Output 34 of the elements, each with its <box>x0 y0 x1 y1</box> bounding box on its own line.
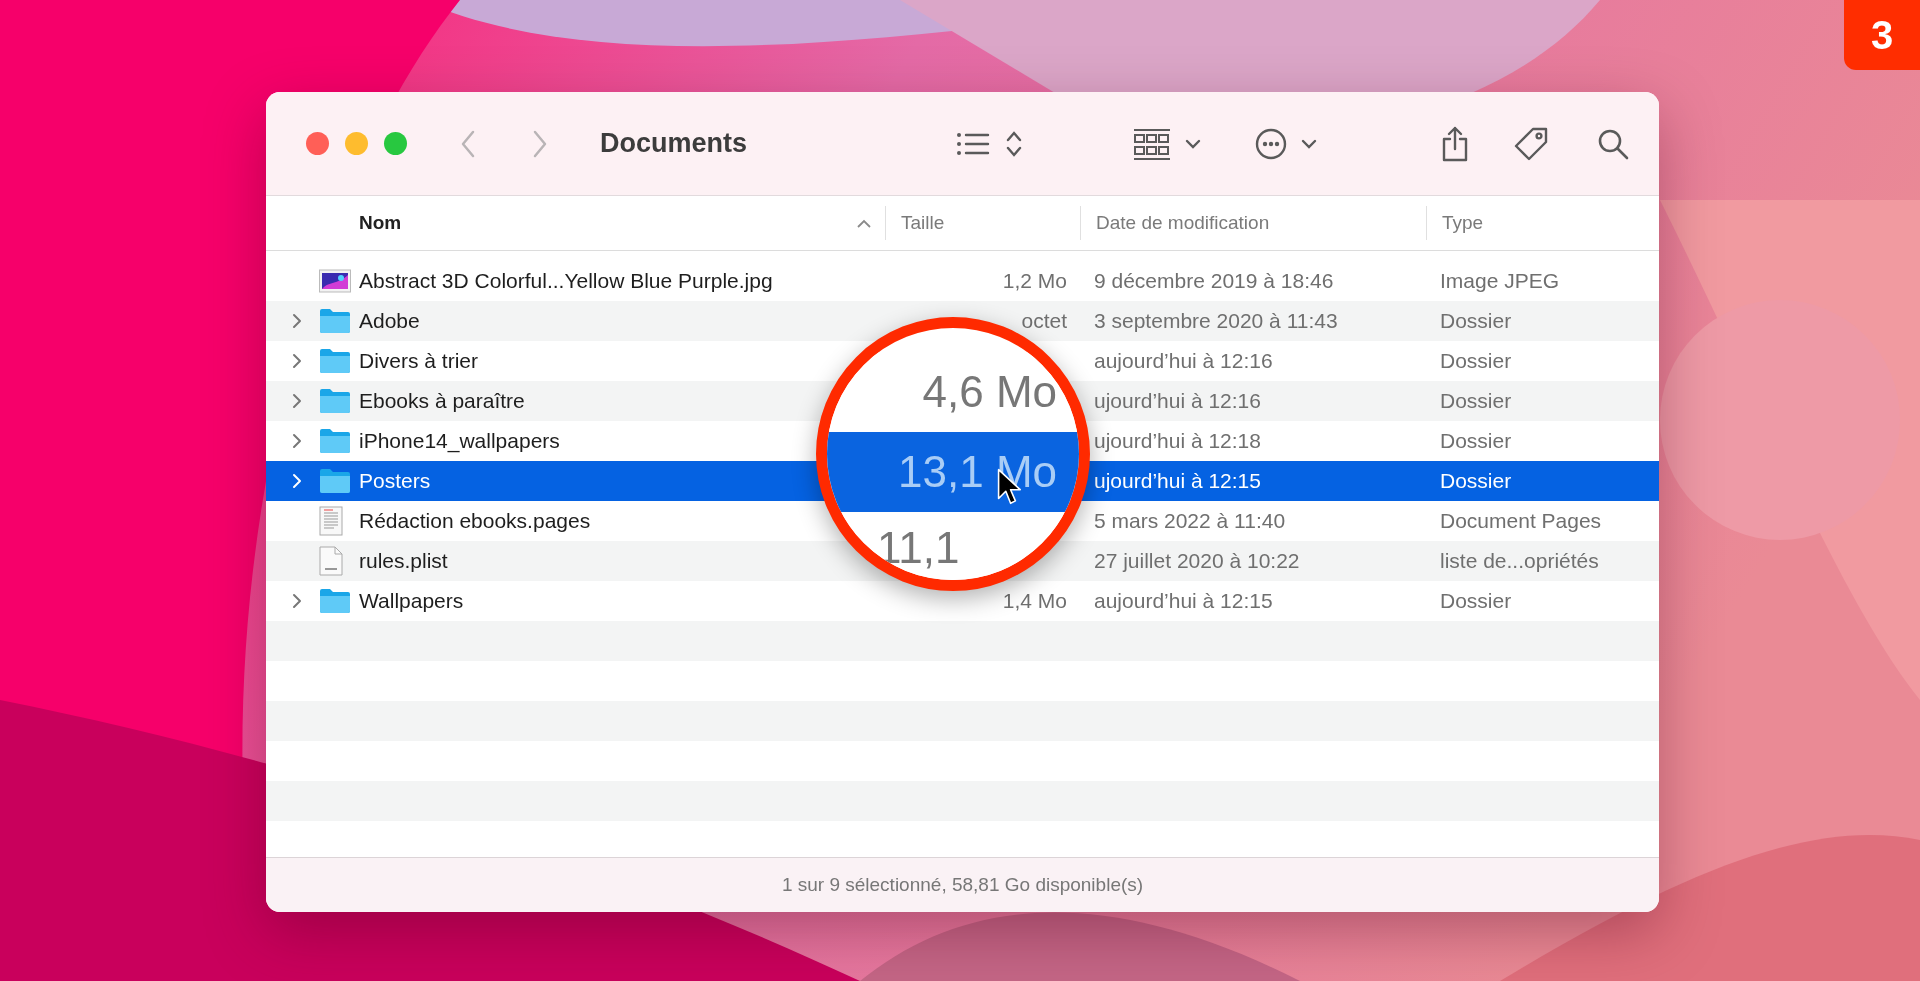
file-type: Dossier <box>1440 469 1512 492</box>
file-type: Document Pages <box>1440 509 1602 532</box>
file-type: Image JPEG <box>1440 269 1560 292</box>
modified-date: ujourd’hui à 12:15 <box>1094 469 1261 492</box>
file-name: Rédaction ebooks.pages <box>359 509 592 533</box>
file-type: Dossier <box>1440 429 1512 452</box>
modified-date: 9 décembre 2019 à 18:46 <box>1094 269 1334 292</box>
file-type: liste de...opriétés <box>1440 549 1599 572</box>
file-size: 1,2 Mo <box>1002 269 1067 292</box>
file-name: Wallpapers <box>359 589 465 613</box>
status-text: 1 sur 9 sélectionné, 58,81 Go disponible(s) <box>781 874 1144 896</box>
file-type: Dossier <box>1440 309 1512 332</box>
modified-date: 3 septembre 2020 à 11:43 <box>1094 309 1338 332</box>
file-type: Dossier <box>1440 349 1512 372</box>
file-type: Dossier <box>1440 389 1512 412</box>
modified-date: ujourd’hui à 12:16 <box>1094 389 1261 412</box>
file-name: Divers à trier <box>359 349 480 373</box>
window-title: Documents <box>600 128 748 159</box>
modified-date: ujourd’hui à 12:18 <box>1094 429 1261 452</box>
file-size: 1,4 Mo <box>1002 589 1067 612</box>
modified-date: aujourd’hui à 12:15 <box>1094 589 1273 612</box>
modified-date: 5 mars 2022 à 11:40 <box>1094 509 1286 532</box>
modified-date: aujourd’hui à 12:16 <box>1094 349 1273 372</box>
magnified-size: 4,6 Mo <box>827 352 1079 432</box>
file-name: rules.plist <box>359 549 449 573</box>
file-name: Ebooks à paraître <box>359 389 526 413</box>
file-name: Adobe <box>359 309 421 333</box>
file-name: Posters <box>359 469 432 493</box>
file-name: Abstract 3D Colorful...Yellow Blue Purple.jpg <box>359 269 774 293</box>
modified-date: 27 juillet 2020 à 10:22 <box>1094 549 1300 572</box>
file-size: octet <box>1021 309 1067 332</box>
step-badge: 3 <box>1844 0 1920 70</box>
file-type: Dossier <box>1440 589 1512 612</box>
file-name: iPhone14_wallpapers <box>359 429 561 453</box>
